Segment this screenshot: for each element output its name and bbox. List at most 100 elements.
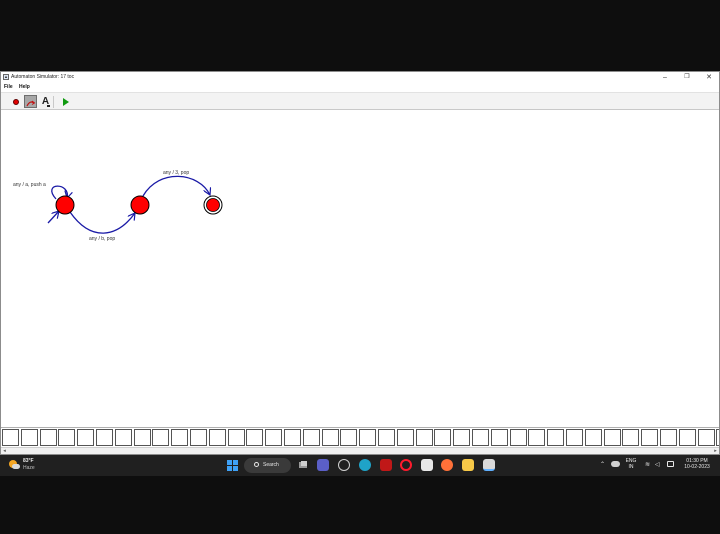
tape-cell[interactable]: [584, 429, 602, 446]
tape-cell[interactable]: [284, 429, 301, 446]
tape-cell[interactable]: [77, 429, 95, 446]
search-icon: [254, 462, 259, 467]
task-view-icon[interactable]: [297, 459, 309, 471]
battery-icon[interactable]: [667, 461, 674, 467]
tape-cell[interactable]: [434, 429, 452, 446]
volume-icon[interactable]: ◁: [655, 461, 660, 468]
tape-cell[interactable]: [152, 429, 170, 446]
clock[interactable]: 01:30 PM 10-02-2023: [680, 458, 714, 470]
app-window: ▲ Automaton Simulator: 17 toc – ❐ ✕ File…: [0, 71, 720, 455]
transition-label-q0-q0[interactable]: any / a, push a: [13, 182, 46, 188]
tape-cell[interactable]: [20, 429, 38, 446]
menu-bar: File Help: [1, 83, 719, 92]
windows-start-icon[interactable]: [227, 460, 238, 471]
opera-icon[interactable]: [400, 459, 412, 471]
initial-state-arrow: [47, 211, 59, 224]
tape-cell[interactable]: [641, 429, 659, 446]
mcafee-icon[interactable]: [380, 459, 392, 471]
automaton-diagram[interactable]: any / a, push a any / b, pop any / 3, po…: [1, 110, 719, 428]
firefox-icon[interactable]: [441, 459, 453, 471]
add-text-tool[interactable]: A: [39, 95, 52, 108]
tape-cell[interactable]: [321, 429, 339, 446]
title-bar[interactable]: ▲ Automaton Simulator: 17 toc – ❐ ✕: [1, 72, 719, 83]
state-q2[interactable]: [203, 195, 223, 215]
tape-cell[interactable]: [660, 429, 677, 446]
transition-arrow-icon: [26, 100, 36, 107]
chevron-up-icon[interactable]: ⌃: [600, 461, 605, 468]
tape-cell[interactable]: [171, 429, 189, 446]
tape-cell[interactable]: [114, 429, 132, 446]
tape-cell[interactable]: [490, 429, 508, 446]
taskbar-search[interactable]: Search: [244, 458, 291, 473]
wifi-icon[interactable]: ≋: [645, 461, 650, 468]
tape-cell[interactable]: [678, 429, 696, 446]
window-title: Automaton Simulator: 17 toc: [11, 74, 75, 80]
region-code: IN: [628, 464, 634, 470]
transition-q0-q1[interactable]: [69, 211, 135, 234]
state-q0[interactable]: [55, 195, 75, 215]
maximize-button[interactable]: ❐: [676, 72, 698, 83]
tape-cell[interactable]: [208, 429, 226, 446]
clock-date: 10-02-2023: [684, 464, 710, 470]
edge-icon[interactable]: [359, 459, 371, 471]
tape-cell[interactable]: [133, 429, 151, 446]
tape-cell[interactable]: [378, 429, 395, 446]
transition-label-q0-q1[interactable]: any / b, pop: [89, 236, 115, 242]
store-icon[interactable]: [421, 459, 433, 471]
tape-cell[interactable]: [302, 429, 320, 446]
tape-cell[interactable]: [472, 429, 489, 446]
tape-cell[interactable]: [2, 429, 19, 446]
transition-label-q1-q2[interactable]: any / 3, pop: [163, 170, 189, 176]
tape-cell[interactable]: [697, 429, 715, 446]
tape-cell[interactable]: [509, 429, 527, 446]
weather-temperature[interactable]: 83°F: [23, 458, 34, 464]
tape-cell[interactable]: [39, 429, 57, 446]
tape-cell[interactable]: [453, 429, 471, 446]
tape-cell[interactable]: [246, 429, 264, 446]
close-button[interactable]: ✕: [698, 72, 720, 83]
toolbar-separator: [53, 96, 54, 108]
tape-cell[interactable]: [622, 429, 640, 446]
add-transition-tool[interactable]: [24, 95, 37, 108]
run-simulation-tool[interactable]: [58, 95, 71, 108]
tape-cell[interactable]: [58, 429, 76, 446]
tape-cell[interactable]: [603, 429, 621, 446]
automaton-app-icon: ▲: [3, 74, 9, 80]
minimize-button[interactable]: –: [654, 72, 676, 83]
onedrive-cloud-icon[interactable]: [611, 461, 620, 467]
tape-cell[interactable]: [227, 429, 245, 446]
dell-icon[interactable]: [338, 459, 350, 471]
text-cursor-mark: [47, 105, 50, 107]
tape-cell[interactable]: [547, 429, 565, 446]
toolbar: A: [1, 92, 719, 110]
scroll-left-arrow[interactable]: ◂: [1, 448, 8, 454]
tape-cell[interactable]: [265, 429, 283, 446]
input-tape[interactable]: [1, 428, 719, 447]
tape-cell[interactable]: [528, 429, 546, 446]
menu-file[interactable]: File: [4, 84, 13, 91]
weather-condition[interactable]: Haze: [23, 465, 35, 471]
tape-cell[interactable]: [415, 429, 433, 446]
tape-cell[interactable]: [359, 429, 377, 446]
tape-cell[interactable]: [96, 429, 113, 446]
tape-cell[interactable]: [340, 429, 358, 446]
language-indicator[interactable]: ENG IN: [624, 458, 638, 470]
tape-cell[interactable]: [566, 429, 583, 446]
java-icon[interactable]: [483, 459, 495, 471]
teams-icon[interactable]: [317, 459, 329, 471]
tape-cell[interactable]: [716, 429, 719, 446]
folder-icon[interactable]: [462, 459, 474, 471]
red-circle-icon: [13, 99, 19, 105]
automaton-canvas[interactable]: any / a, push a any / b, pop any / 3, po…: [1, 110, 719, 428]
horizontal-scrollbar[interactable]: ◂ ▸: [1, 447, 719, 454]
state-q1[interactable]: [130, 195, 150, 215]
taskbar: 83°F Haze Search ⌃ ENG IN ≋ ◁ 01:30 PM 1…: [0, 455, 720, 476]
green-play-icon: [63, 98, 69, 106]
tape-cell[interactable]: [396, 429, 414, 446]
transition-q1-q2[interactable]: [142, 175, 210, 197]
add-state-tool[interactable]: [9, 95, 22, 108]
weather-haze-icon[interactable]: [9, 460, 20, 469]
scroll-right-arrow[interactable]: ▸: [712, 448, 719, 454]
menu-help[interactable]: Help: [19, 84, 30, 91]
tape-cell[interactable]: [190, 429, 207, 446]
